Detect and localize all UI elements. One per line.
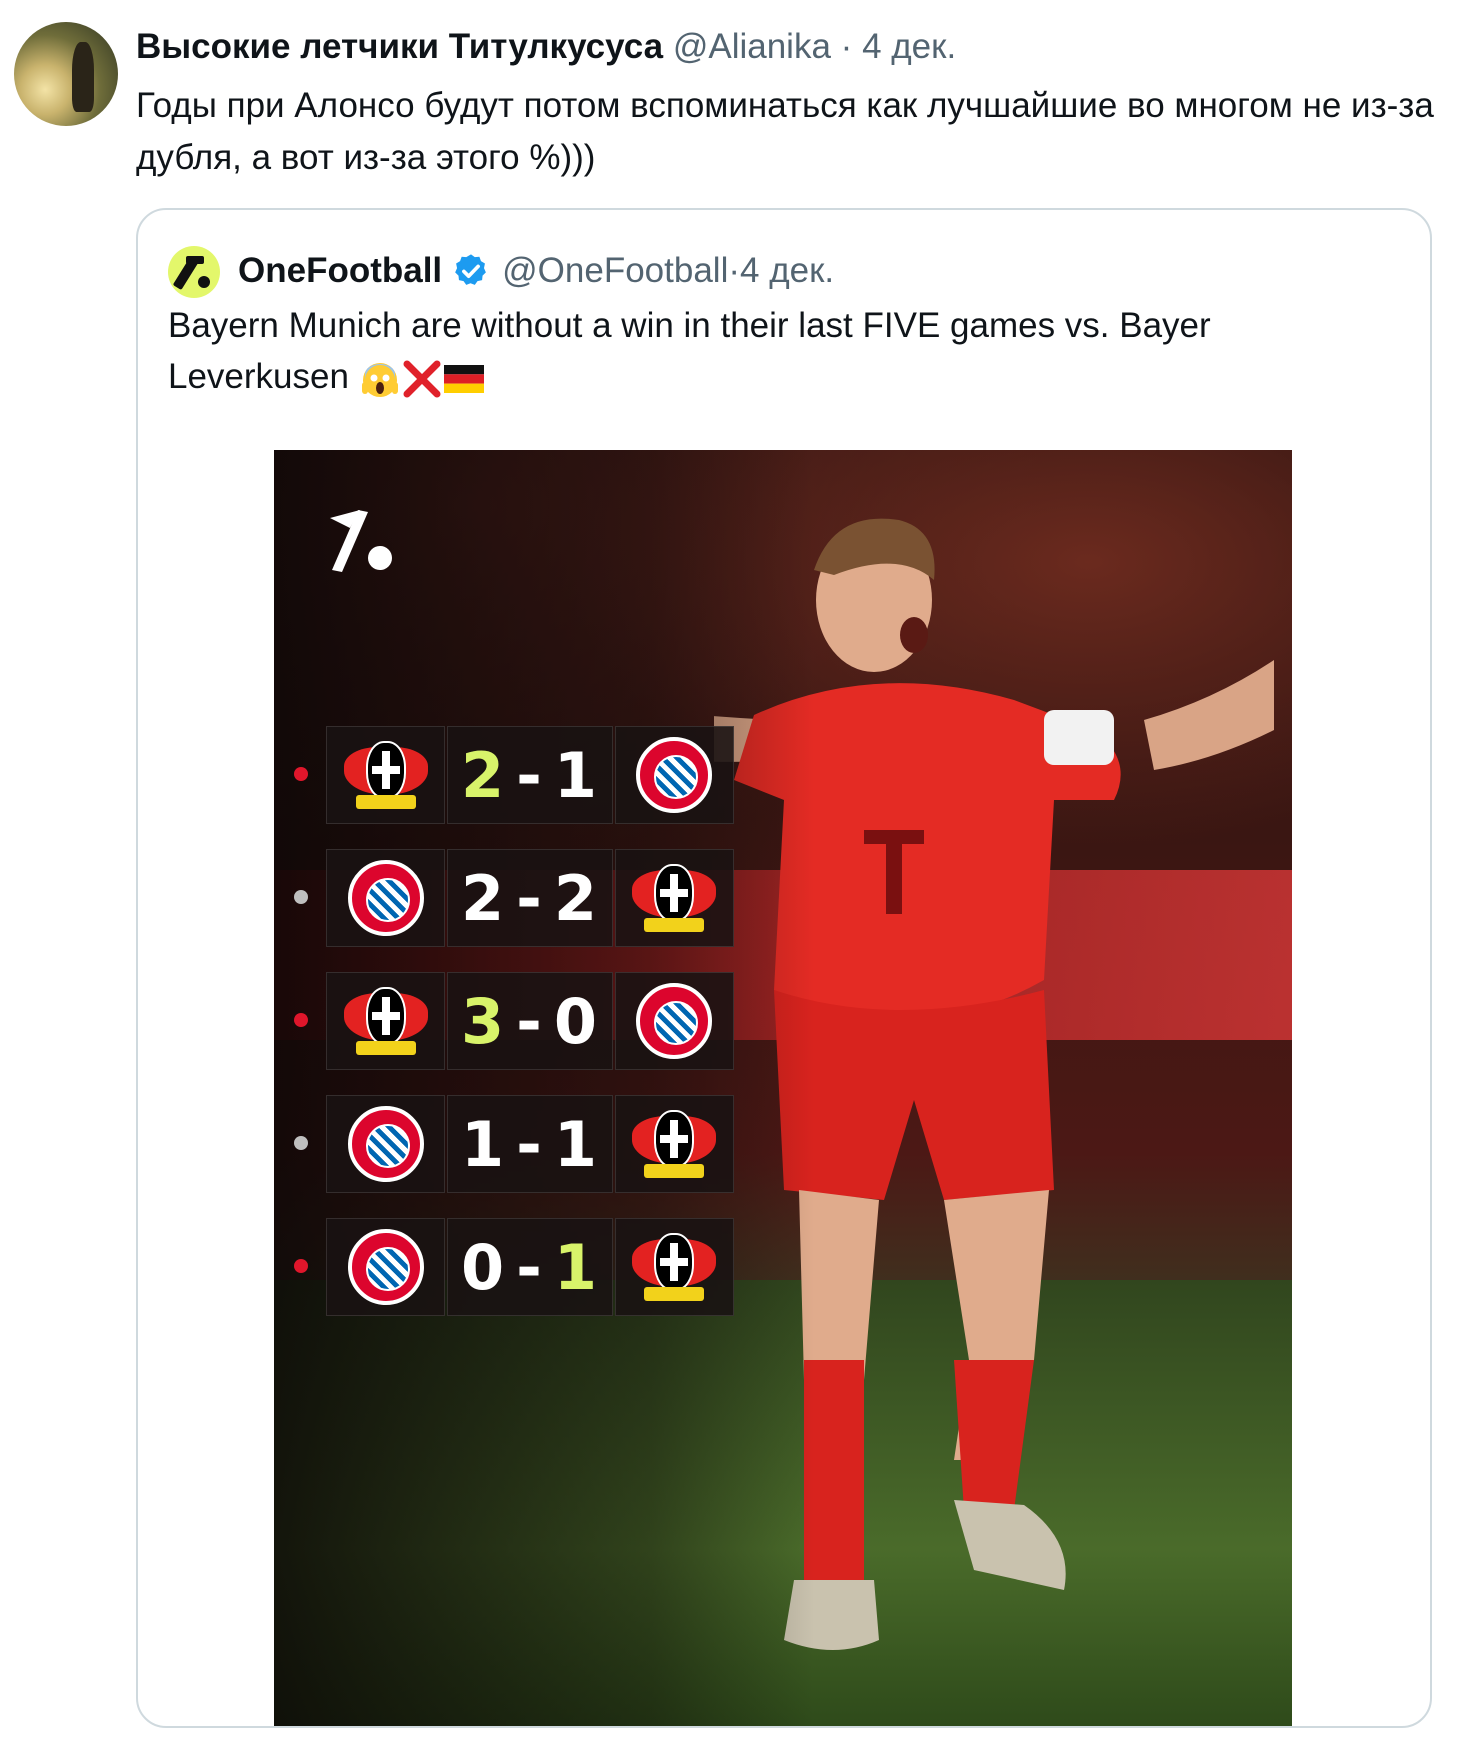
quoted-tweet-text-block: Bayern Munich are without a win in their… [168, 300, 1388, 402]
leverkusen-badge-icon [326, 972, 446, 1070]
score-dash: - [516, 1230, 544, 1304]
leverkusen-badge-icon [614, 1095, 734, 1193]
tweet-text: Годы при Алонсо будут потом вспоминаться… [136, 86, 1434, 177]
score-dash: - [516, 738, 544, 812]
quoted-tweet-text: Bayern Munich are without a win in their… [168, 306, 1211, 396]
leverkusen-badge-icon [614, 1218, 734, 1316]
quoted-tweet-date[interactable]: 4 дек. [740, 248, 834, 294]
bayern-badge-icon [614, 972, 734, 1070]
result-row: 3-0 [294, 972, 734, 1070]
result-indicator-dot [294, 1259, 308, 1273]
home-goals: 1 [460, 1107, 507, 1181]
onefootball-avatar-icon[interactable] [168, 246, 220, 298]
leverkusen-badge-icon [326, 726, 446, 824]
meta-separator: · [840, 27, 853, 66]
verified-badge-icon [455, 254, 487, 285]
result-indicator-dot [294, 767, 308, 781]
away-goals: 1 [553, 1230, 599, 1304]
author-handle[interactable]: @Alianika [673, 27, 831, 66]
tweet-media-image[interactable]: 2-12-23-01-10-1 [274, 450, 1292, 1726]
quoted-author-handle[interactable]: @OneFootball [502, 248, 728, 294]
result-row: 2-2 [294, 849, 734, 947]
score: 2-1 [447, 726, 613, 824]
germany-flag-emoji [443, 364, 484, 393]
bayern-badge-icon [614, 726, 734, 824]
user-avatar[interactable] [14, 22, 118, 126]
face-screaming-emoji [361, 362, 398, 397]
quoted-author-name[interactable]: OneFootball [238, 248, 442, 294]
tweet-header: Высокие летчики Титулкусуса @Alianika · … [136, 24, 956, 70]
quoted-tweet-card[interactable]: OneFootball @OneFootball · 4 дек. Bayern… [136, 208, 1432, 1728]
away-goals: 0 [553, 984, 599, 1058]
result-row: 0-1 [294, 1218, 734, 1316]
bayern-badge-icon [326, 849, 446, 947]
result-indicator-dot [294, 890, 308, 904]
away-goals: 1 [553, 1107, 599, 1181]
score: 0-1 [447, 1218, 613, 1316]
quoted-tweet-header: OneFootball @OneFootball · 4 дек. [238, 248, 834, 294]
tweet-date[interactable]: 4 дек. [862, 27, 956, 66]
leverkusen-badge-icon [614, 849, 734, 947]
result-row: 2-1 [294, 726, 734, 824]
home-goals: 3 [460, 984, 507, 1058]
bayern-badge-icon [326, 1218, 446, 1316]
onefootball-logo-icon [330, 510, 392, 572]
score: 2-2 [447, 849, 613, 947]
bayern-badge-icon [326, 1095, 446, 1193]
cross-mark-emoji [403, 360, 441, 398]
author-name[interactable]: Высокие летчики Титулкусуса [136, 27, 663, 66]
result-indicator-dot [294, 1136, 308, 1150]
score-dash: - [516, 984, 544, 1058]
result-row: 1-1 [294, 1095, 734, 1193]
quoted-meta-separator: · [728, 251, 741, 290]
home-goals: 2 [460, 738, 507, 812]
result-indicator-dot [294, 1013, 308, 1027]
away-goals: 2 [553, 861, 599, 935]
home-goals: 2 [460, 861, 507, 935]
score: 3-0 [447, 972, 613, 1070]
score-dash: - [516, 861, 544, 935]
home-goals: 0 [460, 1230, 507, 1304]
score-dash: - [516, 1107, 544, 1181]
away-goals: 1 [553, 738, 599, 812]
score: 1-1 [447, 1095, 613, 1193]
